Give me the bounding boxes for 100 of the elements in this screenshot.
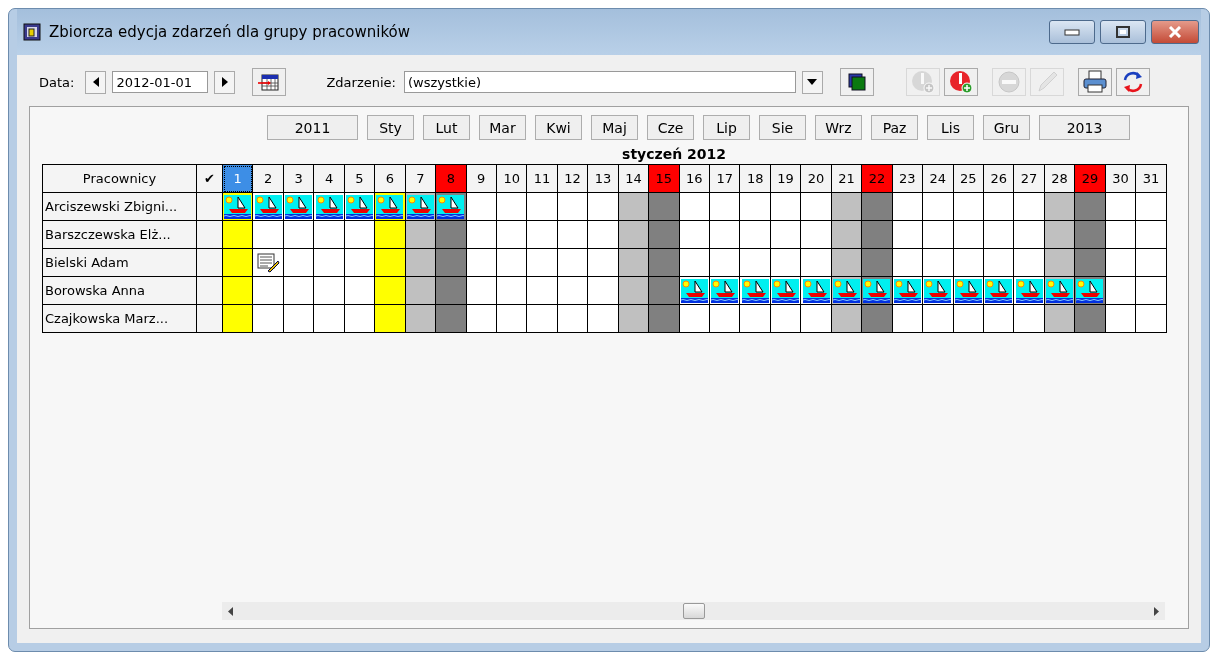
sailboat-icon [406, 194, 434, 219]
sailboat-icon [863, 278, 891, 303]
date-field[interactable]: 2012-01-01 [112, 71, 209, 93]
sailboat-icon [437, 194, 465, 219]
calendar-icon [258, 73, 281, 91]
close-icon [1168, 26, 1182, 38]
sailboat-icon [954, 278, 982, 303]
day-header[interactable]: 18 [739, 164, 771, 193]
employee-name: Barszczewska Elż... [42, 220, 197, 249]
printer-icon [1081, 69, 1108, 95]
sailboat-icon [376, 194, 404, 219]
day-header[interactable]: 13 [587, 164, 619, 193]
sailboat-icon [924, 278, 952, 303]
month-button[interactable]: Lis [927, 115, 974, 140]
day-header[interactable]: 14 [618, 164, 649, 193]
month-title: styczeń 2012 [621, 146, 727, 162]
day-header[interactable]: 26 [983, 164, 1014, 193]
year-button[interactable]: 2011 [267, 115, 358, 140]
employee-name: Bielski Adam [42, 248, 197, 277]
day-header[interactable]: 19 [770, 164, 801, 193]
sailboat-icon [772, 278, 800, 303]
month-button[interactable]: Wrz [815, 115, 862, 140]
day-header[interactable]: 6 [374, 164, 406, 193]
day-header[interactable]: 2 [252, 164, 284, 193]
close-button[interactable] [1151, 20, 1199, 44]
maximize-button[interactable] [1100, 20, 1146, 44]
month-button[interactable]: Maj [591, 115, 638, 140]
day-header[interactable]: 27 [1013, 164, 1045, 193]
day-header[interactable]: 28 [1044, 164, 1075, 193]
sailboat-icon [254, 194, 282, 219]
day-header[interactable]: 5 [344, 164, 375, 193]
day-header[interactable]: 17 [709, 164, 740, 193]
month-button[interactable]: Gru [983, 115, 1030, 140]
minus-icon [995, 69, 1022, 95]
sailboat-icon [224, 194, 252, 219]
month-button[interactable]: Sty [367, 115, 414, 140]
month-button[interactable]: Paz [871, 115, 918, 140]
employee-name: Borowska Anna [42, 276, 197, 305]
employee-name: Arciszewski Zbigni... [42, 192, 197, 221]
left-triangle-icon [91, 76, 100, 88]
day-header[interactable]: 16 [679, 164, 710, 193]
day-header[interactable]: 29 [1074, 164, 1106, 193]
maximize-icon [1116, 26, 1130, 38]
day-header[interactable]: 10 [496, 164, 527, 193]
dropdown-button[interactable] [801, 70, 823, 94]
year-button[interactable]: 2013 [1039, 115, 1130, 140]
add-icon [947, 69, 974, 95]
printer-button[interactable] [1077, 68, 1112, 96]
day-header[interactable]: 23 [892, 164, 923, 193]
month-button[interactable]: Mar [479, 115, 526, 140]
day-header[interactable]: 22 [861, 164, 893, 193]
check-column-header[interactable]: ✔ [196, 164, 223, 193]
day-header[interactable]: 30 [1105, 164, 1136, 193]
day-header[interactable]: 12 [557, 164, 588, 193]
scroll-right-icon[interactable] [1153, 606, 1159, 616]
day-header[interactable]: 15 [648, 164, 680, 193]
sailboat-icon [285, 194, 313, 219]
day-header[interactable]: 4 [313, 164, 345, 193]
day-header[interactable]: 25 [953, 164, 984, 193]
day-header[interactable]: 11 [526, 164, 558, 193]
app-icon [23, 23, 41, 41]
caret-icon [807, 79, 818, 85]
refresh-button[interactable] [1115, 68, 1150, 96]
sailboat-icon [1046, 278, 1074, 303]
event-field[interactable]: (wszystkie) [403, 71, 796, 93]
sailboat-icon [711, 278, 739, 303]
add-button[interactable] [943, 68, 978, 96]
minimize-button[interactable] [1049, 20, 1095, 44]
previous-date-button[interactable] [85, 70, 107, 94]
day-header[interactable]: 31 [1135, 164, 1167, 193]
scroll-left-icon[interactable] [228, 606, 234, 616]
day-header[interactable]: 7 [405, 164, 436, 193]
sailboat-icon [893, 278, 921, 303]
sailboat-icon [985, 278, 1013, 303]
day-header[interactable]: 21 [831, 164, 862, 193]
day-header[interactable]: 3 [283, 164, 314, 193]
scrollbar-thumb[interactable] [682, 603, 705, 619]
sailboat-icon [315, 194, 343, 219]
date-label: Data: [39, 74, 75, 90]
next-date-button[interactable] [214, 70, 236, 94]
month-button[interactable]: Lip [703, 115, 750, 140]
day-header[interactable]: 9 [466, 164, 497, 193]
sailboat-icon [1076, 278, 1104, 303]
day-header[interactable]: 8 [435, 164, 466, 193]
sailboat-icon [1015, 278, 1043, 303]
stacked-squares-icon [846, 72, 867, 92]
calendar-button[interactable] [252, 68, 287, 96]
day-header[interactable]: 20 [800, 164, 832, 193]
column-header[interactable]: Pracownicy [42, 164, 197, 193]
sailboat-icon [832, 278, 860, 303]
sailboat-icon [680, 278, 708, 303]
month-button[interactable]: Sie [759, 115, 806, 140]
sailboat-icon [741, 278, 769, 303]
month-button[interactable]: Kwi [535, 115, 582, 140]
month-button[interactable]: Lut [423, 115, 470, 140]
sailboat-icon [802, 278, 830, 303]
day-header[interactable]: 24 [922, 164, 953, 193]
add-icon [909, 69, 936, 95]
month-button[interactable]: Cze [647, 115, 694, 140]
horizontal-scrollbar[interactable] [222, 602, 1165, 620]
